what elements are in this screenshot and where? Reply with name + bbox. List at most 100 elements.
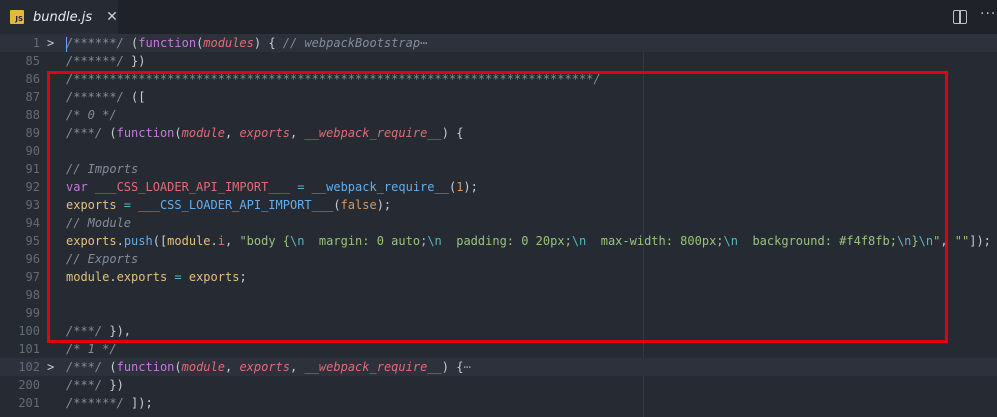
code-line[interactable]: 89/***/ (function(module, exports, __web… (0, 124, 997, 142)
code-line[interactable]: 96 // Exports (0, 250, 997, 268)
code-line[interactable]: 90 (0, 142, 997, 160)
code-token: }) (131, 54, 146, 68)
line-number: 93 (25, 198, 40, 212)
code-text: var ___CSS_LOADER_API_IMPORT___ = __webp… (66, 178, 478, 196)
code-line[interactable]: 85 /******/ }) (0, 52, 997, 70)
code-token: ([ (152, 234, 168, 248)
code-editor[interactable]: 1 >/******/ (function(modules) { // webpa… (0, 34, 997, 417)
code-line[interactable]: 88 /* 0 */ (0, 106, 997, 124)
code-text: exports.push([module.i, "body {\n margin… (66, 232, 991, 250)
fold-chevron-icon[interactable]: > (47, 34, 54, 52)
code-token: ); (463, 180, 478, 194)
code-token: module (167, 234, 211, 248)
js-file-icon: JS (10, 10, 24, 24)
tab-bundle-js[interactable]: JS bundle.js ✕ (0, 0, 118, 34)
code-token: . (109, 270, 117, 284)
line-number: 100 (18, 324, 40, 338)
code-token: ; (239, 270, 247, 284)
line-number: 89 (25, 126, 40, 140)
code-token: /* 1 */ (66, 342, 117, 356)
code-text: /******/ ([ (66, 88, 145, 106)
code-token: . (116, 234, 124, 248)
code-token: "body { (239, 234, 291, 248)
code-line[interactable]: 201 /******/ ]); (0, 394, 997, 412)
line-number: 94 (25, 216, 40, 230)
code-token: __webpack_require__ (304, 126, 442, 140)
line-number: 98 (25, 288, 40, 302)
line-number: 92 (25, 180, 40, 194)
code-text: // Imports (66, 160, 138, 178)
code-token: margin: 0 auto; (304, 234, 428, 248)
code-token: \n (571, 234, 587, 248)
code-token: /***/ (66, 378, 110, 392)
code-line[interactable]: 91 // Imports (0, 160, 997, 178)
code-token: background: #f4f8fb; (738, 234, 897, 248)
code-line[interactable]: 102 >/***/ (function(module, exports, __w… (0, 358, 997, 376)
code-line[interactable]: 95 exports.push([module.i, "body {\n marg… (0, 232, 997, 250)
code-line[interactable]: 100 /***/ }), (0, 322, 997, 340)
line-number: 99 (25, 306, 40, 320)
line-number: 1 (32, 36, 40, 50)
code-token: ]); (131, 396, 153, 410)
line-number: 90 (25, 144, 40, 158)
code-token: ___CSS_LOADER_API_IMPORT___ (138, 198, 334, 212)
code-token: module (181, 126, 225, 140)
tab-bar: JS bundle.js ✕ ··· (0, 0, 997, 35)
code-line[interactable]: 101 /* 1 */ (0, 340, 997, 358)
code-line[interactable]: 87 /******/ ([ (0, 88, 997, 106)
code-line[interactable]: 99 (0, 304, 997, 322)
line-number: 201 (18, 396, 40, 410)
code-token: // webpackBootstrap (282, 36, 421, 50)
folded-ellipsis-icon[interactable]: ⋯ (420, 36, 427, 50)
line-number: 88 (25, 108, 40, 122)
more-actions-icon[interactable]: ··· (980, 6, 996, 22)
folded-ellipsis-icon[interactable]: ⋯ (463, 360, 470, 374)
code-token: __webpack_require__ (311, 180, 449, 194)
line-number: 86 (25, 72, 40, 86)
code-line[interactable]: 92 var ___CSS_LOADER_API_IMPORT___ = __we… (0, 178, 997, 196)
code-token: }), (109, 324, 132, 338)
code-token: // Module (66, 216, 132, 230)
split-editor-icon[interactable] (953, 10, 967, 24)
code-token: ); (376, 198, 392, 212)
code-line[interactable]: 200 /***/ }) (0, 376, 997, 394)
code-line[interactable]: 98 (0, 286, 997, 304)
code-token: // Imports (66, 162, 139, 176)
line-number: 97 (25, 270, 40, 284)
code-token: \n (723, 234, 738, 248)
code-token: ([ (131, 90, 146, 104)
code-token: push (123, 234, 153, 248)
code-text: /***/ (function(module, exports, __webpa… (66, 358, 471, 376)
code-line[interactable]: 94 // Module (0, 214, 997, 232)
code-token: , (290, 126, 305, 140)
code-token: var (66, 180, 95, 194)
code-token: ) { (441, 360, 464, 374)
code-token: , (224, 126, 240, 140)
code-token: "" (954, 234, 970, 248)
code-line[interactable]: 97 module.exports = exports; (0, 268, 997, 286)
code-token: function (138, 36, 197, 50)
code-token: , (940, 234, 955, 248)
code-token: ( (109, 360, 117, 374)
code-token: ___CSS_LOADER_API_IMPORT___ (94, 180, 290, 194)
code-token: exports (66, 234, 117, 248)
code-line[interactable]: 86 /*************************************… (0, 70, 997, 88)
code-token: /******/ (66, 36, 132, 50)
code-token: ( (109, 126, 117, 140)
code-token: , (225, 234, 240, 248)
code-line[interactable]: 93 exports = ___CSS_LOADER_API_IMPORT___(… (0, 196, 997, 214)
code-token: }) (109, 378, 124, 392)
code-text: /***/ }) (66, 376, 124, 394)
fold-chevron-icon[interactable]: > (47, 358, 54, 376)
code-token: ( (174, 360, 182, 374)
code-token: \n (896, 234, 912, 248)
code-token: /* 0 */ (66, 108, 117, 122)
code-token: exports (239, 126, 291, 140)
code-line[interactable]: 1 > /******/ (function(modules) { // webpa… (0, 34, 997, 52)
code-token: ) { (253, 36, 283, 50)
code-token: ) { (441, 126, 464, 140)
code-text: /******/ ]); (66, 394, 153, 412)
code-token: module (181, 360, 225, 374)
close-icon[interactable]: ✕ (106, 9, 118, 25)
code-text: module.exports = exports; (66, 268, 247, 286)
